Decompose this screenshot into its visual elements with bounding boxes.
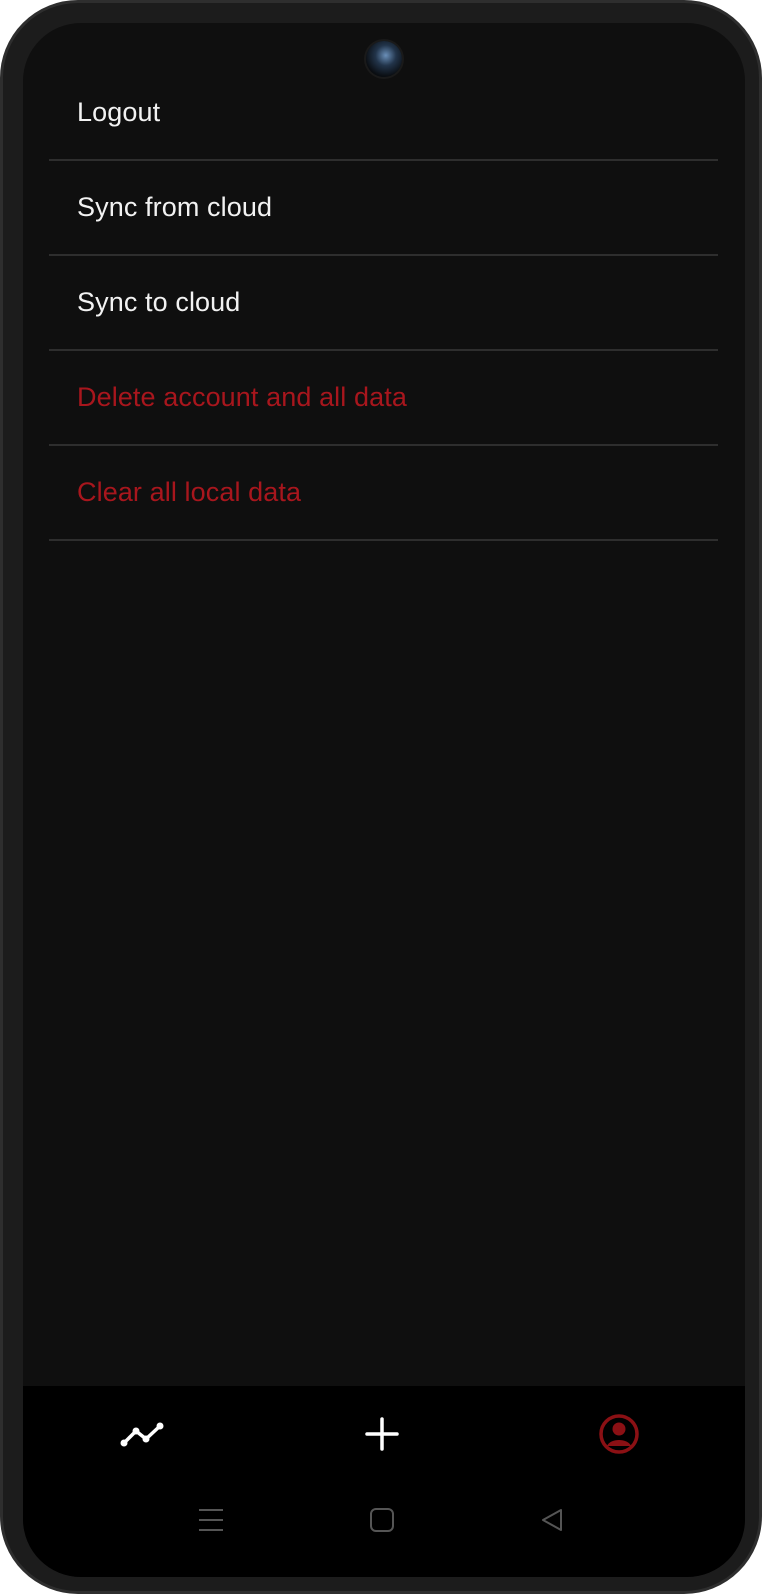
profile-icon (599, 1413, 639, 1454)
plus-icon (365, 1416, 399, 1451)
add-entry-tab-button[interactable] (322, 1386, 442, 1481)
system-navigation-bar (23, 1481, 745, 1577)
app-screen: Logout Sync from cloud Sync to cloud Del… (23, 23, 745, 1577)
delete-account-menu-item[interactable]: Delete account and all data (49, 351, 718, 446)
home-icon (370, 1508, 394, 1532)
sync-from-cloud-menu-item[interactable]: Sync from cloud (49, 161, 718, 256)
recent-apps-button[interactable] (181, 1495, 241, 1545)
delete-account-label: Delete account and all data (77, 382, 407, 412)
home-button[interactable] (352, 1495, 412, 1545)
sync-to-cloud-menu-item[interactable]: Sync to cloud (49, 256, 718, 351)
clear-local-data-menu-item[interactable]: Clear all local data (49, 446, 718, 541)
account-menu: Logout Sync from cloud Sync to cloud Del… (49, 66, 718, 541)
profile-tab-button[interactable] (559, 1386, 679, 1481)
clear-local-data-label: Clear all local data (77, 477, 302, 507)
sync-from-cloud-label: Sync from cloud (77, 192, 273, 222)
sync-to-cloud-label: Sync to cloud (77, 287, 241, 317)
bottom-navigation-bar (23, 1386, 745, 1481)
back-button[interactable] (522, 1495, 582, 1545)
recent-apps-icon (199, 1509, 223, 1531)
logout-menu-item[interactable]: Logout (49, 66, 718, 161)
phone-frame: Logout Sync from cloud Sync to cloud Del… (0, 0, 762, 1594)
stats-tab-button[interactable] (83, 1386, 203, 1481)
back-icon (542, 1509, 562, 1531)
logout-label: Logout (77, 97, 161, 127)
trend-line-icon (120, 1422, 164, 1446)
